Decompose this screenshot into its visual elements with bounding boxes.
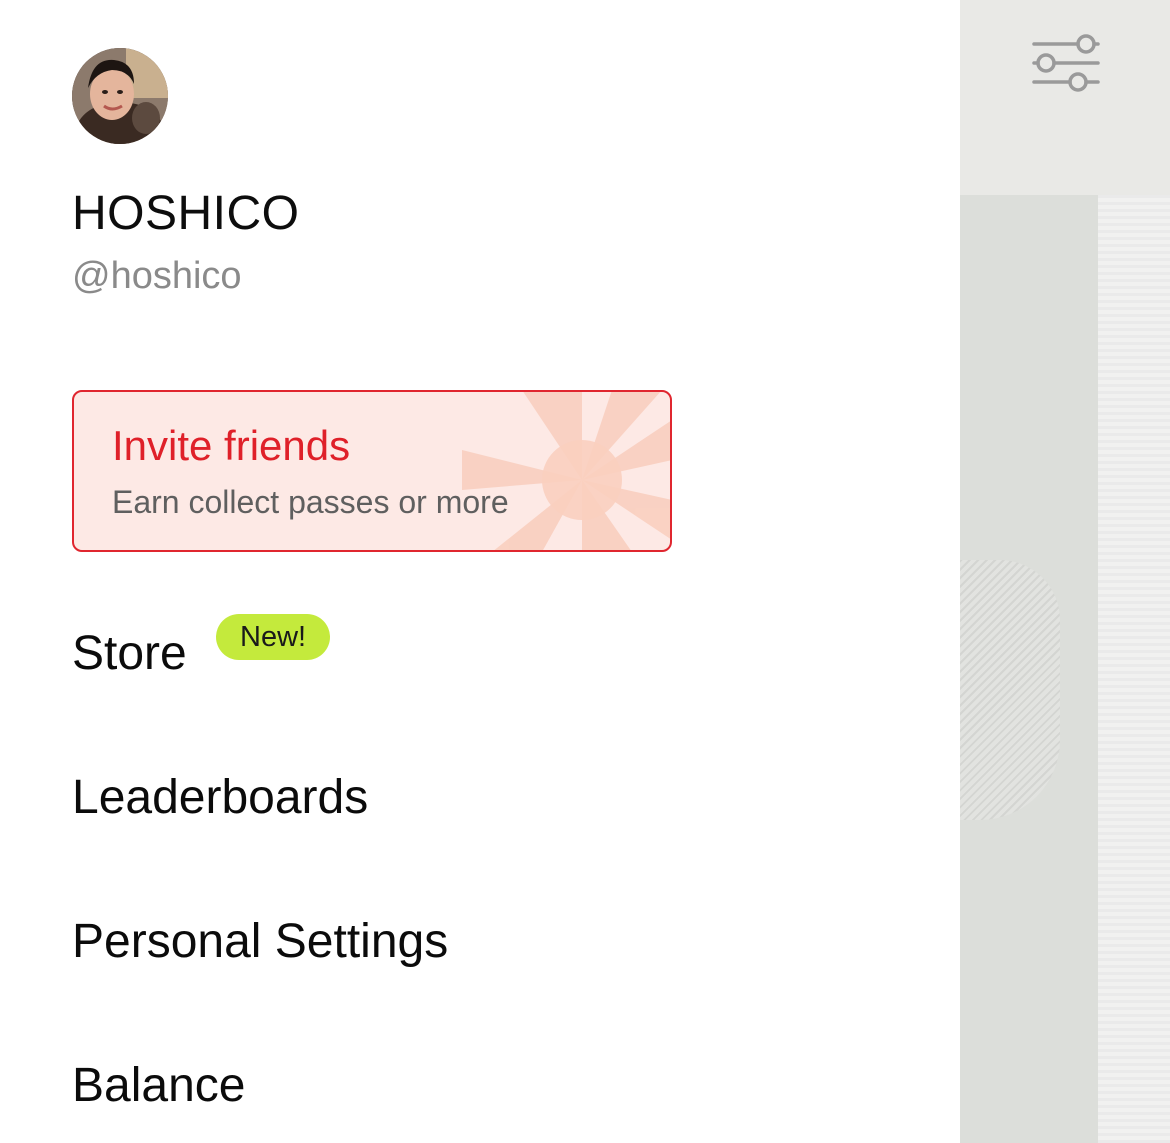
sunburst-decoration-icon	[462, 392, 670, 550]
menu-item-store[interactable]: Store	[72, 626, 187, 681]
invite-title: Invite friends	[112, 422, 351, 469]
screen: HOSHICO @hoshico Invite friends Earn col…	[0, 0, 1170, 1143]
invite-subtitle: Earn collect passes or more	[112, 484, 509, 520]
background-strip	[1098, 195, 1170, 1143]
sliders-icon[interactable]	[1030, 30, 1102, 96]
avatar[interactable]	[72, 48, 168, 144]
menu-item-balance[interactable]: Balance	[72, 1058, 245, 1113]
profile-name: HOSHICO	[72, 187, 300, 240]
menu-item-leaderboards[interactable]: Leaderboards	[72, 770, 368, 825]
menu-item-personal-settings[interactable]: Personal Settings	[72, 914, 448, 969]
invite-friends-card[interactable]: Invite friends Earn collect passes or mo…	[72, 390, 672, 552]
new-badge: New!	[216, 614, 331, 660]
side-drawer: HOSHICO @hoshico Invite friends Earn col…	[0, 0, 960, 1143]
background-image	[960, 560, 1060, 820]
background-content[interactable]	[960, 0, 1170, 1143]
profile-handle: @hoshico	[72, 255, 242, 297]
